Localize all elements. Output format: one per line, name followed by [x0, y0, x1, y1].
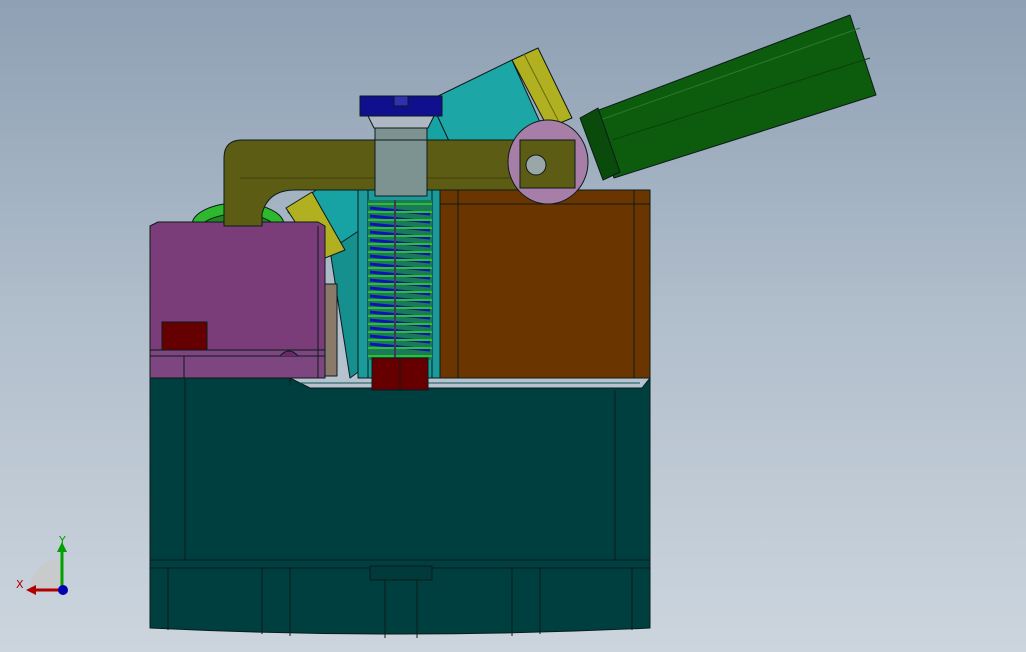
orange-block[interactable] [439, 189, 651, 379]
x-axis-label: X [16, 578, 24, 591]
dark-red-nut-center[interactable] [371, 357, 429, 391]
dark-red-nut-left[interactable] [161, 321, 208, 351]
cad-viewport[interactable]: Y X [0, 0, 1026, 652]
grey-guide-block[interactable] [374, 127, 428, 197]
compression-spring[interactable] [368, 200, 432, 360]
purple-block[interactable] [149, 221, 326, 379]
coordinate-triad: Y X [16, 534, 68, 595]
y-axis-label: Y [58, 534, 66, 547]
tan-plate[interactable] [324, 283, 338, 377]
pivot-disc[interactable] [507, 119, 589, 205]
triad-plane-icon [30, 558, 62, 590]
blue-screw-cap[interactable] [359, 95, 443, 129]
z-axis-dot [58, 585, 68, 595]
base-block[interactable] [149, 377, 651, 638]
assembly-drawing[interactable]: Y X [0, 0, 1026, 652]
green-actuator-rod[interactable] [579, 14, 877, 181]
